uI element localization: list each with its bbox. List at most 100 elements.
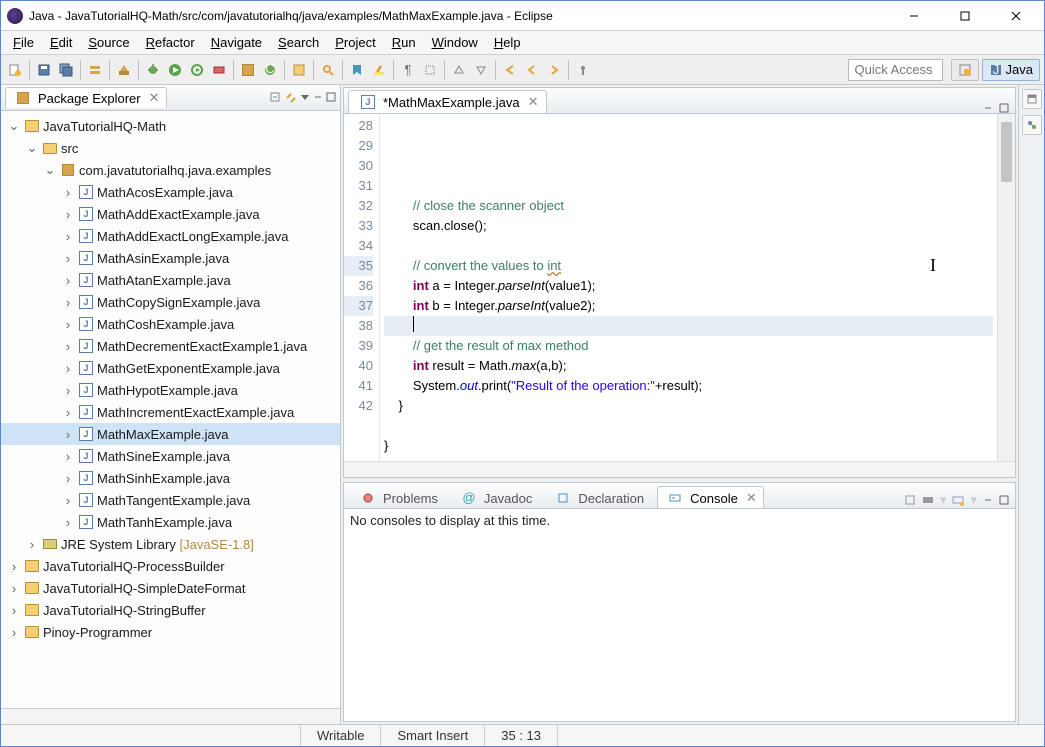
menu-window[interactable]: Window (426, 33, 484, 52)
menu-navigate[interactable]: Navigate (205, 33, 268, 52)
jre-library-node[interactable]: ›JRE System Library [JavaSE-1.8] (1, 533, 340, 555)
menu-edit[interactable]: Edit (44, 33, 78, 52)
java-file-node[interactable]: ›MathIncrementExactExample.java (1, 401, 340, 423)
java-file-node[interactable]: ›MathMaxExample.java (1, 423, 340, 445)
tree-item-label: JavaTutorialHQ-StringBuffer (43, 603, 206, 618)
menu-source[interactable]: Source (82, 33, 135, 52)
menu-run[interactable]: Run (386, 33, 422, 52)
maximize-button[interactable] (942, 2, 987, 30)
open-perspective-button[interactable] (951, 59, 979, 81)
statusbar: Writable Smart Insert 35 : 13 (1, 724, 1044, 746)
outline-view-button[interactable] (1022, 115, 1042, 135)
close-icon[interactable]: ✕ (149, 90, 160, 106)
java-file-node[interactable]: ›MathAddExactLongExample.java (1, 225, 340, 247)
source-code-area[interactable]: I // close the scanner object scan.close… (380, 114, 997, 461)
run-button[interactable] (165, 60, 185, 80)
java-file-node[interactable]: ›MathTanhExample.java (1, 511, 340, 533)
java-file-node[interactable]: ›MathCopySignExample.java (1, 291, 340, 313)
link-editor-button[interactable] (285, 92, 297, 104)
window-titlebar: Java - JavaTutorialHQ-Math/src/com/javat… (1, 1, 1044, 31)
menu-refactor[interactable]: Refactor (140, 33, 201, 52)
tab-declaration[interactable]: Declaration (545, 486, 651, 508)
package-explorer-tab[interactable]: Package Explorer ✕ (5, 87, 167, 108)
new-package-button[interactable] (238, 60, 258, 80)
restore-outline-button[interactable] (1022, 89, 1042, 109)
tab-label: Console (690, 491, 738, 506)
prev-annotation-button[interactable] (449, 60, 469, 80)
maximize-view-button[interactable] (326, 92, 336, 104)
java-file-node[interactable]: ›MathAtanExample.java (1, 269, 340, 291)
java-file-node[interactable]: ›MathAddExactExample.java (1, 203, 340, 225)
search-button[interactable] (318, 60, 338, 80)
project-node[interactable]: ›JavaTutorialHQ-ProcessBuilder (1, 555, 340, 577)
console-icon (667, 490, 683, 506)
java-perspective-button[interactable]: J Java (982, 59, 1040, 81)
collapse-all-button[interactable] (270, 92, 282, 104)
save-all-button[interactable] (56, 60, 76, 80)
menu-search[interactable]: Search (272, 33, 325, 52)
vertical-scrollbar[interactable] (997, 114, 1015, 461)
editor-body[interactable]: 282930313233343536373839404142 I // clos… (344, 114, 1015, 461)
back-button[interactable] (522, 60, 542, 80)
src-folder-node[interactable]: ⌄src (1, 137, 340, 159)
tree-item-label: JRE System Library [JavaSE-1.8] (61, 537, 254, 552)
minimize-editor-button[interactable] (983, 103, 993, 113)
package-node[interactable]: ⌄com.javatutorialhq.java.examples (1, 159, 340, 181)
toggle-mark-button[interactable] (347, 60, 367, 80)
java-file-node[interactable]: ›MathSinhExample.java (1, 467, 340, 489)
java-file-node[interactable]: ›MathDecrementExactExample1.java (1, 335, 340, 357)
close-icon[interactable]: ✕ (746, 490, 757, 506)
editor-horizontal-scrollbar[interactable] (344, 461, 1015, 477)
tab-console[interactable]: Console ✕ (657, 486, 764, 508)
project-node[interactable]: ›JavaTutorialHQ-SimpleDateFormat (1, 577, 340, 599)
java-file-node[interactable]: ›MathHypotExample.java (1, 379, 340, 401)
close-icon[interactable]: ✕ (528, 94, 539, 110)
java-file-node[interactable]: ›MathGetExponentExample.java (1, 357, 340, 379)
close-button[interactable] (993, 2, 1038, 30)
highlight-button[interactable] (369, 60, 389, 80)
toggle-whitespace-button[interactable]: ¶ (398, 60, 418, 80)
java-file-node[interactable]: ›MathSineExample.java (1, 445, 340, 467)
minimize-view-button[interactable] (313, 92, 323, 104)
java-file-node[interactable]: ›MathCoshExample.java (1, 313, 340, 335)
editor-tab-mathmax[interactable]: *MathMaxExample.java ✕ (348, 90, 547, 113)
project-node[interactable]: ›JavaTutorialHQ-StringBuffer (1, 599, 340, 621)
toggle-breadcrumb-button[interactable] (85, 60, 105, 80)
new-button[interactable] (5, 60, 25, 80)
save-button[interactable] (34, 60, 54, 80)
minimize-bottom-button[interactable] (983, 495, 993, 505)
next-annotation-button[interactable] (471, 60, 491, 80)
coverage-button[interactable] (209, 60, 229, 80)
new-class-button[interactable]: C (260, 60, 280, 80)
java-file-node[interactable]: ›MathAsinExample.java (1, 247, 340, 269)
forward-button[interactable] (544, 60, 564, 80)
open-type-button[interactable] (289, 60, 309, 80)
java-file-node[interactable]: ›MathAcosExample.java (1, 181, 340, 203)
debug-button[interactable] (143, 60, 163, 80)
project-node[interactable]: ⌄JavaTutorialHQ-Math (1, 115, 340, 137)
run-last-button[interactable] (187, 60, 207, 80)
menu-file[interactable]: File (7, 33, 40, 52)
project-node[interactable]: ›Pinoy-Programmer (1, 621, 340, 643)
java-file-icon (78, 426, 94, 442)
quick-access-field[interactable]: Quick Access (848, 59, 943, 81)
pin-console-button[interactable] (904, 494, 916, 506)
block-selection-button[interactable] (420, 60, 440, 80)
menu-project[interactable]: Project (329, 33, 381, 52)
maximize-editor-button[interactable] (999, 103, 1009, 113)
minimize-button[interactable] (891, 2, 936, 30)
package-explorer-tree[interactable]: ⌄JavaTutorialHQ-Math⌄src⌄com.javatutoria… (1, 111, 340, 708)
java-file-node[interactable]: ›MathTangentExample.java (1, 489, 340, 511)
menu-help[interactable]: Help (488, 33, 527, 52)
maximize-bottom-button[interactable] (999, 495, 1009, 505)
editor-tab-title: *MathMaxExample.java (383, 95, 520, 110)
view-menu-button[interactable] (300, 92, 310, 104)
horizontal-scrollbar[interactable] (1, 708, 340, 724)
pin-editor-button[interactable] (573, 60, 593, 80)
build-button[interactable] (114, 60, 134, 80)
last-edit-button[interactable] (500, 60, 520, 80)
tab-problems[interactable]: Problems (350, 486, 445, 508)
open-console-button[interactable] (952, 494, 964, 506)
tab-javadoc[interactable]: @Javadoc (451, 486, 539, 508)
display-selected-console-button[interactable] (922, 494, 934, 506)
